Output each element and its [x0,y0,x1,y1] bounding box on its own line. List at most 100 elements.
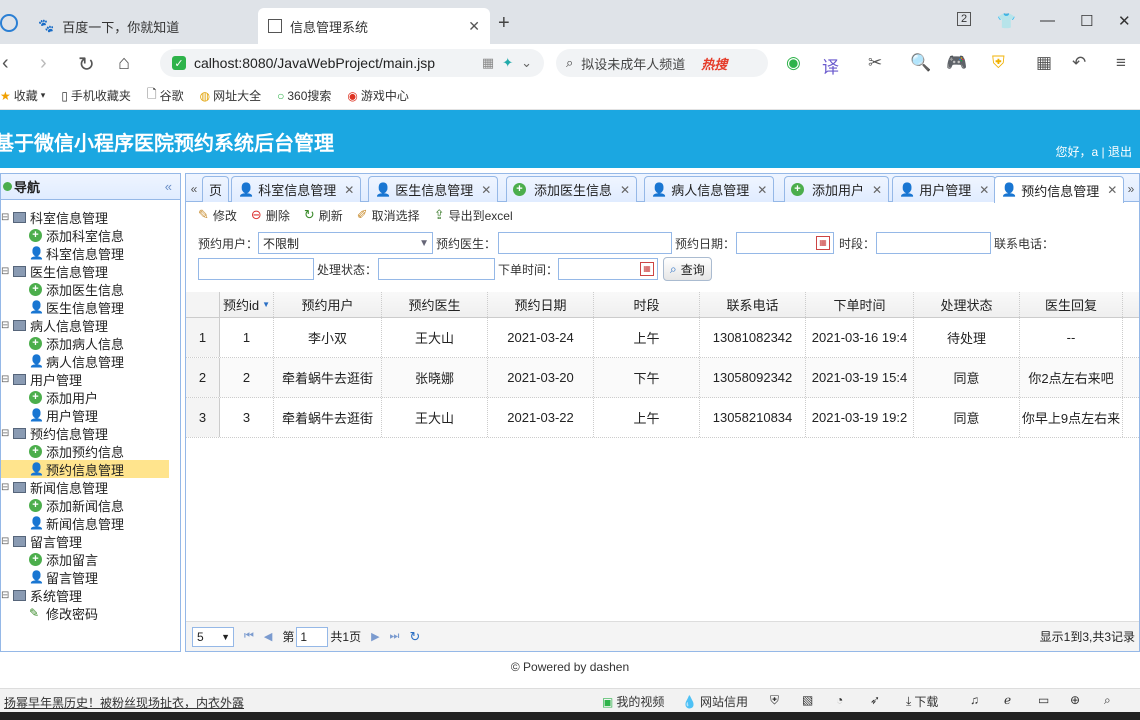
audio-icon[interactable]: ♫ [970,693,979,707]
nav-item[interactable]: 👤 留言管理 [1,568,180,586]
ie-icon[interactable]: ℯ [1004,693,1011,707]
home-icon[interactable]: ⌂ [118,52,130,75]
calendar-icon[interactable]: ▦ [640,262,654,276]
tab-count-badge[interactable]: 2 [957,12,972,26]
close-tab-icon[interactable]: ✕ [620,183,630,197]
panel-tab[interactable]: 👤 用户管理 ✕ [892,176,997,202]
nav-item[interactable]: + 添加科室信息 [1,226,180,244]
nav-group[interactable]: ⊟ 病人信息管理 [1,316,180,334]
nav-group[interactable]: ⊟ 用户管理 [1,370,180,388]
export-excel-button[interactable]: ⇪ 导出到excel [434,207,513,224]
column-header[interactable]: 预约用户 [274,292,382,317]
column-header[interactable]: 预约医生 [382,292,488,317]
bookmark-item[interactable]: ★ 收藏 ▾ [0,87,45,104]
close-window-icon[interactable]: ✕ [1118,12,1131,30]
scroll-left-icon[interactable]: « [186,176,202,202]
nav-item[interactable]: ✎ 修改密码 [1,604,180,622]
first-page-icon[interactable]: ⏮ [244,630,254,643]
back-icon[interactable]: ‹ [2,52,9,75]
user-filter-select[interactable]: 不限制 ▼ [258,232,433,254]
panel-tab[interactable]: + 添加用户 ✕ [784,176,890,202]
chevron-down-icon[interactable]: ⌄ [521,55,532,71]
bookmark-item[interactable]: ◉ 游戏中心 [347,87,409,104]
panel-tab[interactable]: 👤 医生信息管理 ✕ [368,176,499,202]
browser-tab-system[interactable]: 信息管理系统 ✕ [258,8,490,44]
column-header[interactable]: 联系电话 [700,292,806,317]
welcome-logout[interactable]: 您好，a | 退出 [1056,143,1132,160]
collapse-icon[interactable]: « [165,179,172,194]
nav-group[interactable]: ⊟ 留言管理 [1,532,180,550]
news-link[interactable]: 扬幂早年黑历史！被粉丝现场扯衣，内衣外露 [4,694,244,711]
nav-item[interactable]: + 添加用户 [1,388,180,406]
nav-group[interactable]: ⊟ 医生信息管理 [1,262,180,280]
scroll-right-icon[interactable]: » [1123,176,1139,202]
close-tab-icon[interactable]: ✕ [872,183,882,197]
gamepad-icon[interactable]: 🎮 [946,53,967,73]
page-number-input[interactable]: 1 [296,626,329,647]
tree-expand-icon[interactable]: ⊟ [1,320,13,331]
minimize-icon[interactable]: — [1040,12,1055,29]
panel-tab[interactable]: 👤 预约信息管理 ✕ [994,176,1125,203]
new-tab-button[interactable]: + [498,12,510,35]
order-time-filter-input[interactable]: ▦ [558,258,658,280]
my-video-button[interactable]: ▣ 我的视频 [602,693,664,710]
calendar-icon[interactable]: ▦ [816,236,830,250]
column-header[interactable]: 时段 [594,292,700,317]
download-button[interactable]: ⤓ 下载 [906,693,938,710]
next-page-icon[interactable]: ▶ [371,630,379,643]
qr-icon[interactable]: ▦ [482,55,494,71]
speed-icon[interactable]: ◔ [836,693,843,707]
apps-grid-icon[interactable]: ▦ [1036,53,1052,73]
delete-button[interactable]: ⊖ 删除 [251,207,290,224]
magnifier-icon[interactable]: 🔍 [910,53,931,73]
extension-icon[interactable]: ✦ [502,55,513,71]
browser-tab-baidu[interactable]: 🐾 百度一下，你就知道 [28,8,256,44]
url-bar[interactable]: ✓ calhost:8080/JavaWebProject/main.jsp ▦… [160,49,544,77]
maximize-icon[interactable]: ☐ [1080,12,1093,30]
shield-status-icon[interactable]: ⛨ [770,693,779,708]
tree-expand-icon[interactable]: ⊟ [1,266,13,277]
translate-icon[interactable]: 译 [822,53,839,78]
column-header[interactable]: 处理状态 [914,292,1020,317]
window-icon[interactable]: ▭ [1038,693,1049,707]
nav-item[interactable]: + 添加预约信息 [1,442,180,460]
prev-page-icon[interactable]: ◀ [264,630,272,643]
nav-group[interactable]: ⊟ 新闻信息管理 [1,478,180,496]
bookmark-item[interactable]: ◍ 网址大全 [200,87,262,104]
nav-group[interactable]: ⊟ 科室信息管理 [1,208,180,226]
tree-expand-icon[interactable]: ⊟ [1,536,13,547]
nav-group[interactable]: ⊟ 系统管理 [1,586,180,604]
bookmark-item[interactable]: ○ 360搜索 [277,87,331,104]
nav-item[interactable]: 👤 病人信息管理 [1,352,180,370]
undo-icon[interactable]: ↶ [1072,53,1086,73]
scissors-icon[interactable]: ✂ [868,53,882,73]
image-icon[interactable]: ▧ [802,693,813,707]
close-tab-icon[interactable]: ✕ [757,183,767,197]
unselect-button[interactable]: ✐ 取消选择 [357,207,420,224]
column-header[interactable]: 下单时间 [806,292,914,317]
phone-filter-input[interactable] [198,258,314,280]
doctor-filter-input[interactable] [498,232,672,254]
close-tab-icon[interactable]: ✕ [979,183,989,197]
nav-item[interactable]: + 添加病人信息 [1,334,180,352]
period-filter-input[interactable] [876,232,991,254]
refresh-button[interactable]: ↻ 刷新 [304,207,343,224]
nav-item[interactable]: 👤 用户管理 [1,406,180,424]
nav-item[interactable]: 👤 科室信息管理 [1,244,180,262]
shirt-icon[interactable]: 👕 [997,12,1016,30]
forward-icon[interactable]: › [40,52,47,75]
menu-icon[interactable]: ≡ [1116,53,1126,73]
close-tab-icon[interactable]: ✕ [481,183,491,197]
date-filter-input[interactable]: ▦ [736,232,834,254]
nav-item[interactable]: 👤 医生信息管理 [1,298,180,316]
nav-item[interactable]: + 添加新闻信息 [1,496,180,514]
table-row[interactable]: 1 1 李小双 王大山 2021-03-24 上午 13081082342 2021-03-1… [186,318,1139,358]
tree-expand-icon[interactable]: ⊟ [1,212,13,223]
shield-icon[interactable]: ⛨ [992,53,1005,73]
page-size-select[interactable]: 5 ▼ [192,626,234,647]
panel-tab[interactable]: + 添加医生信息 ✕ [506,176,638,202]
tree-expand-icon[interactable]: ⊟ [1,590,13,601]
status-filter-input[interactable] [378,258,495,280]
tree-expand-icon[interactable]: ⊟ [1,482,13,493]
query-button[interactable]: ⌕ 查询 [663,257,712,281]
